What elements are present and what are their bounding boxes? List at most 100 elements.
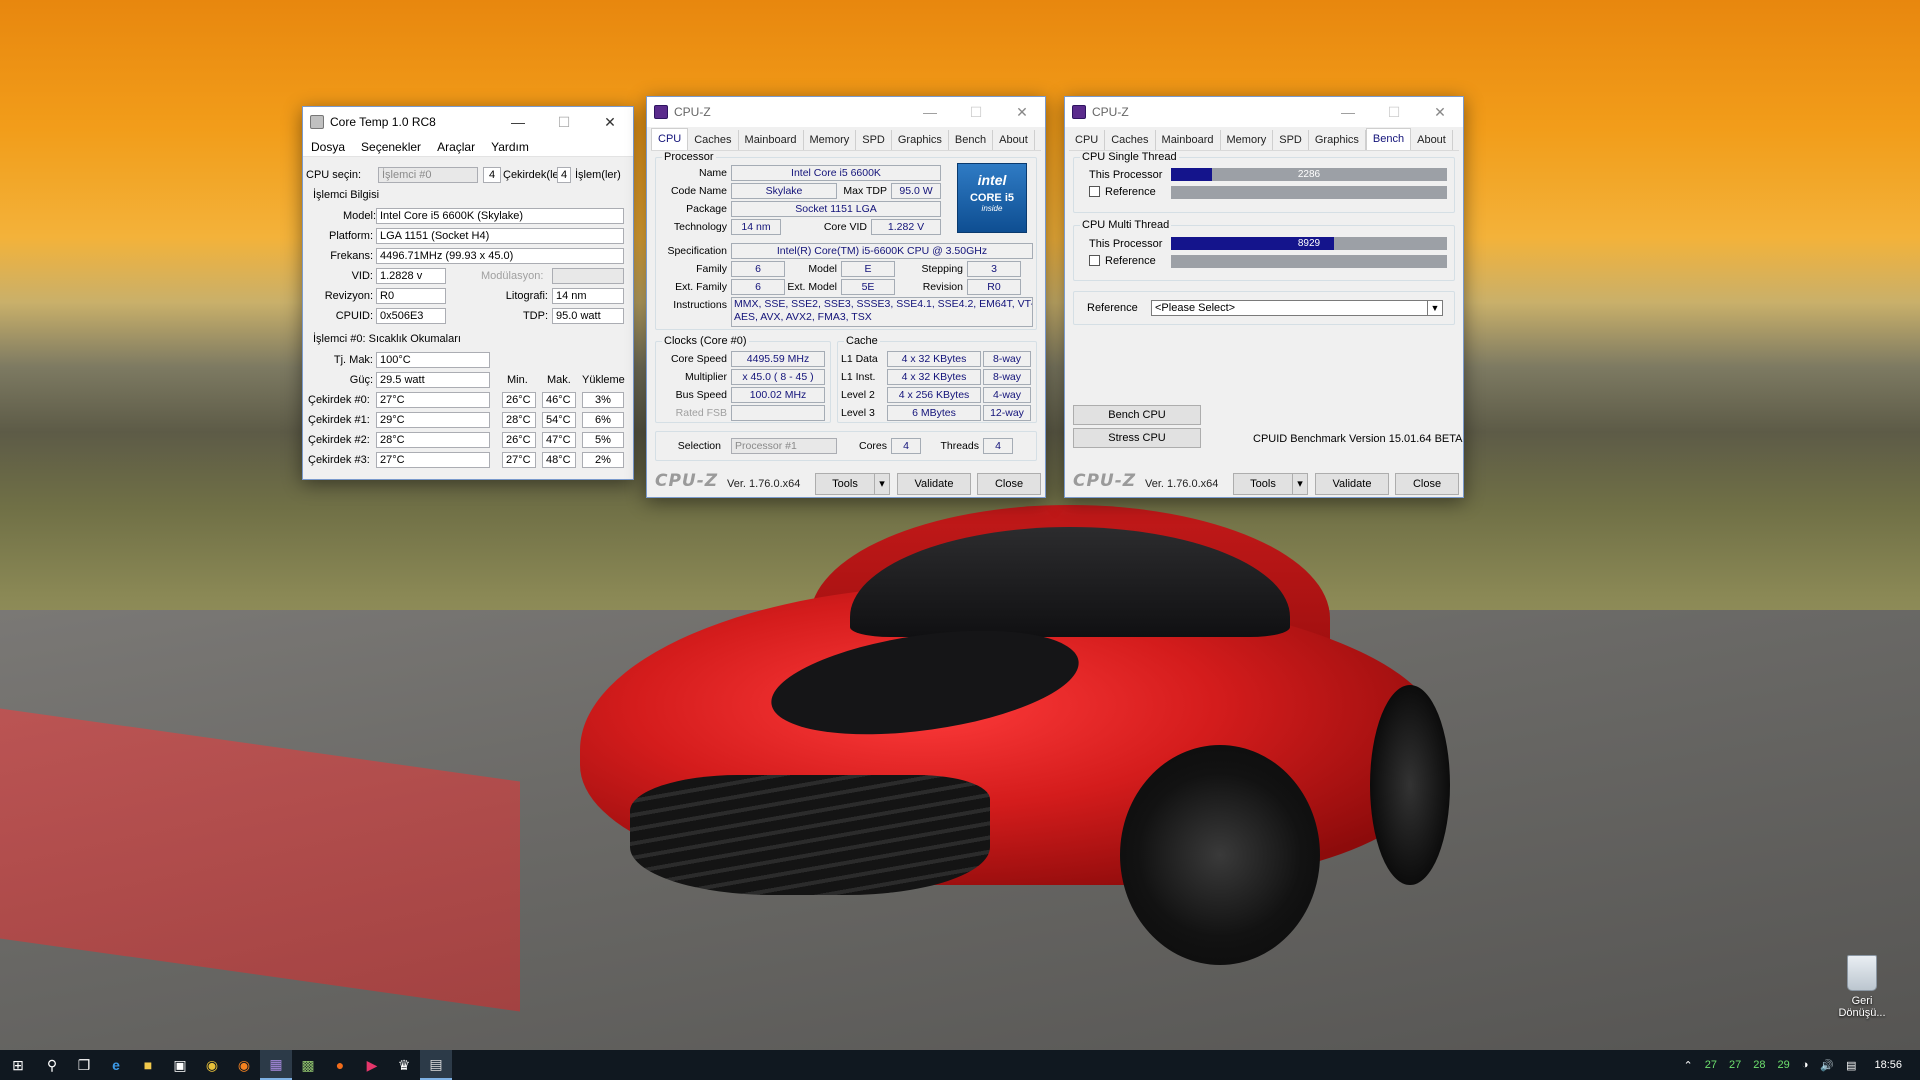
tools-dropdown-icon[interactable]: ▾	[1292, 473, 1308, 495]
start-windows-icon[interactable]: ⊞	[0, 1050, 36, 1080]
search-icon[interactable]: ⚲	[36, 1050, 68, 1080]
tools-dropdown-icon[interactable]: ▾	[874, 473, 890, 495]
action-center-icon[interactable]: ▤	[1846, 1059, 1856, 1072]
tab-mainboard[interactable]: Mainboard	[1156, 130, 1221, 150]
validate-button[interactable]: Validate	[897, 473, 971, 495]
tab-spd[interactable]: SPD	[1273, 130, 1309, 150]
tab-bench[interactable]: Bench	[1365, 128, 1412, 150]
edge-browser-icon[interactable]: e	[100, 1050, 132, 1080]
reference-dropdown-arrow-icon[interactable]: ▼	[1427, 300, 1443, 316]
media-player-icon[interactable]: ▶	[356, 1050, 388, 1080]
tab-graphics[interactable]: Graphics	[892, 130, 949, 150]
tools-button[interactable]: Tools	[1233, 473, 1293, 495]
origin-icon[interactable]: ●	[324, 1050, 356, 1080]
single-this-label: This Processor	[1089, 169, 1163, 181]
close-button[interactable]: Close	[977, 473, 1041, 495]
clock[interactable]: 18:56	[1874, 1059, 1902, 1071]
maximize-icon[interactable]: ☐	[1371, 97, 1417, 127]
stress-cpu-button[interactable]: Stress CPU	[1073, 428, 1201, 448]
multi-this-label: This Processor	[1089, 238, 1163, 250]
selection-dropdown[interactable]: Processor #1	[731, 438, 837, 454]
recycle-bin[interactable]: Geri Dönüşü...	[1826, 955, 1898, 1019]
power-label: Güç:	[349, 374, 373, 386]
tab-about[interactable]: About	[1411, 130, 1453, 150]
cpuz-titlebar[interactable]: CPU-Z — ☐ ✕	[647, 97, 1045, 127]
menu-araclar[interactable]: Araçlar	[429, 140, 483, 154]
multi-this-value: 8929	[1297, 238, 1321, 249]
close-icon[interactable]: ✕	[999, 97, 1045, 127]
minimize-icon[interactable]: —	[1325, 97, 1371, 127]
gpu-tool-icon[interactable]: ▩	[292, 1050, 324, 1080]
bench-version-label: CPUID Benchmark Version 15.01.64 BETA	[1253, 433, 1463, 445]
core-load: 5%	[582, 432, 624, 448]
network-icon[interactable]: ◑	[1802, 1059, 1809, 1071]
cpuz-cpu-window: CPU-Z — ☐ ✕ CPU Caches Mainboard Memory …	[646, 96, 1046, 498]
coretemp-titlebar[interactable]: Core Temp 1.0 RC8 — ☐ ✕	[303, 107, 633, 137]
tray-temp-0[interactable]: 27	[1705, 1059, 1717, 1071]
tab-mainboard[interactable]: Mainboard	[739, 130, 804, 150]
close-button[interactable]: Close	[1395, 473, 1459, 495]
menu-secenekler[interactable]: Seçenekler	[353, 140, 429, 154]
single-reference-bar	[1171, 186, 1447, 199]
core-load: 2%	[582, 452, 624, 468]
tab-cpu[interactable]: CPU	[651, 128, 689, 150]
bench-cpu-button[interactable]: Bench CPU	[1073, 405, 1201, 425]
chrome-icon[interactable]: ◉	[196, 1050, 228, 1080]
tray-chevron-icon[interactable]: ⌃	[1683, 1059, 1692, 1072]
tab-memory[interactable]: Memory	[1221, 130, 1274, 150]
codename-label: Code Name	[670, 185, 727, 197]
cpuz-titlebar[interactable]: CPU-Z — ☐ ✕	[1065, 97, 1463, 127]
minimize-icon[interactable]: —	[495, 107, 541, 137]
tjmax-value: 100°C	[376, 352, 490, 368]
menu-dosya[interactable]: Dosya	[303, 140, 353, 154]
intel-logo-line1: CORE i5	[969, 192, 1014, 204]
reference-dropdown[interactable]: <Please Select>	[1151, 300, 1429, 316]
maximize-icon[interactable]: ☐	[953, 97, 999, 127]
tab-bench[interactable]: Bench	[949, 130, 994, 150]
tab-graphics[interactable]: Graphics	[1309, 130, 1366, 150]
tab-spd[interactable]: SPD	[856, 130, 892, 150]
minimize-icon[interactable]: —	[907, 97, 953, 127]
vid-label: VID:	[351, 270, 373, 282]
single-reference-checkbox[interactable]	[1089, 186, 1100, 197]
validate-button[interactable]: Validate	[1315, 473, 1389, 495]
l3-label: Level 3	[841, 407, 875, 419]
threads-label: Threads	[940, 440, 979, 452]
close-icon[interactable]: ✕	[587, 107, 633, 137]
corespeed-label: Core Speed	[670, 353, 727, 365]
menu-yardim[interactable]: Yardım	[483, 140, 537, 154]
tab-caches[interactable]: Caches	[1105, 130, 1156, 150]
tab-cpu[interactable]: CPU	[1069, 130, 1106, 150]
volume-icon[interactable]: 🔊	[1820, 1059, 1834, 1072]
task-view-icon[interactable]: ❐	[68, 1050, 100, 1080]
modulation-label: Modülasyon:	[481, 270, 544, 282]
model-value: E	[841, 261, 895, 277]
core-load: 6%	[582, 412, 624, 428]
instr-label: Instructions	[673, 299, 727, 311]
firefox-icon[interactable]: ◉	[228, 1050, 260, 1080]
store-icon[interactable]: ▣	[164, 1050, 196, 1080]
core-row: Çekirdek #3: 27°C 27°C 48°C 2%	[303, 452, 633, 472]
stepping-label: Stepping	[921, 263, 963, 275]
tray-temp-1[interactable]: 27	[1729, 1059, 1741, 1071]
extfamily-label: Ext. Family	[675, 281, 727, 293]
maximize-icon[interactable]: ☐	[541, 107, 587, 137]
core-max: 47°C	[542, 432, 576, 448]
cores-label: Cores	[858, 440, 887, 452]
tray-temp-2[interactable]: 28	[1753, 1059, 1765, 1071]
close-icon[interactable]: ✕	[1417, 97, 1463, 127]
tray-temp-3[interactable]: 29	[1777, 1059, 1789, 1071]
core-row: Çekirdek #1: 29°C 28°C 54°C 6%	[303, 412, 633, 432]
tab-memory[interactable]: Memory	[804, 130, 857, 150]
tab-caches[interactable]: Caches	[688, 130, 739, 150]
coretemp-taskbar-icon[interactable]: ▤	[420, 1050, 452, 1080]
file-explorer-icon[interactable]: ■	[132, 1050, 164, 1080]
app-icon[interactable]: ♛	[388, 1050, 420, 1080]
l3-way: 12-way	[983, 405, 1031, 421]
tools-button[interactable]: Tools	[815, 473, 875, 495]
cpuz-taskbar-icon[interactable]: ▦	[260, 1050, 292, 1080]
extmodel-value: 5E	[841, 279, 895, 295]
multi-reference-checkbox[interactable]	[1089, 255, 1100, 266]
cpu-select-dropdown[interactable]: İşlemci #0	[378, 167, 478, 183]
tab-about[interactable]: About	[993, 130, 1035, 150]
